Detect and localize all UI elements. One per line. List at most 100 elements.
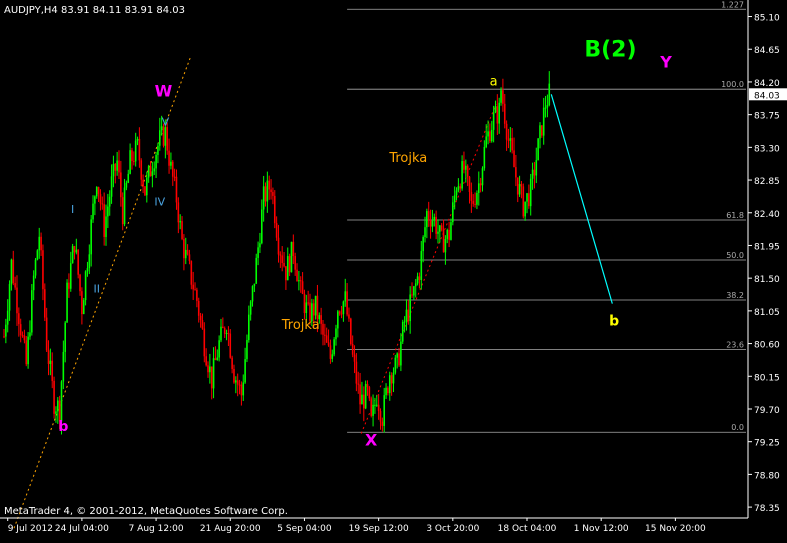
- candle-body-bear: [81, 291, 83, 315]
- x-tick-label: 5 Sep 04:00: [277, 524, 332, 534]
- candle-body-bear: [355, 361, 358, 384]
- candle-body-bear: [23, 335, 26, 341]
- x-tick-label: 15 Nov 20:00: [645, 524, 706, 534]
- wave-label: I: [71, 203, 74, 216]
- candle-body-bear: [199, 315, 202, 321]
- candle-body-bear: [183, 239, 185, 259]
- candle-body-bear: [18, 313, 20, 325]
- candle-body-bear: [279, 254, 282, 256]
- candle-body-bull: [492, 112, 495, 130]
- candle-body-bear: [231, 357, 233, 369]
- candle-body-bear: [268, 180, 271, 190]
- candle-body-bear: [272, 192, 274, 196]
- candle-body-bull: [476, 192, 478, 205]
- candle-body-bear: [181, 221, 183, 240]
- candle-body-bull: [414, 283, 417, 287]
- candle-body-bull: [170, 161, 172, 166]
- wave-label: W: [155, 81, 173, 100]
- candle-body-bull: [413, 286, 415, 296]
- candle-body-bull: [546, 105, 549, 108]
- candle-body-bear: [197, 300, 200, 316]
- wave-label: V: [162, 116, 170, 129]
- candle-body-bull: [409, 294, 411, 322]
- candle-body-bull: [372, 405, 374, 416]
- fib-level-label: 50.0: [726, 251, 744, 260]
- candle-body-bear: [528, 193, 530, 207]
- candle-body-bull: [498, 102, 500, 124]
- candle-body-bear: [418, 276, 421, 281]
- candle-body-bull: [426, 211, 428, 228]
- y-tick-label: 80.15: [754, 373, 780, 383]
- candle-body-bull: [333, 339, 335, 355]
- candle-body-bull: [537, 138, 539, 161]
- candle-body-bull: [439, 225, 441, 232]
- candle-body-bear: [207, 365, 209, 373]
- candle-body-bear: [19, 324, 22, 336]
- candle-body-bull: [457, 186, 460, 191]
- candle-body-bull: [483, 147, 486, 169]
- fib-level-label: 0.0: [731, 423, 744, 432]
- candle-body-bear: [459, 186, 462, 189]
- candle-body-bear: [166, 127, 169, 151]
- candle-body-bull: [92, 203, 94, 220]
- candle-body-bear: [516, 177, 519, 195]
- y-tick-label: 84.65: [754, 46, 780, 56]
- candle-body-bear: [505, 123, 508, 140]
- candle-body-bear: [489, 131, 491, 142]
- candle-body-bear: [190, 261, 193, 285]
- candle-body-bear: [177, 202, 180, 223]
- candle-body-bear: [362, 394, 365, 409]
- candle-body-bull: [146, 177, 148, 196]
- candle-body-bull: [446, 229, 449, 239]
- candle-body-bull: [184, 249, 187, 259]
- candle-body-bear: [470, 191, 473, 201]
- candle-body-bear: [303, 293, 306, 314]
- candle-body-bull: [392, 372, 395, 384]
- x-tick-label: 3 Oct 20:00: [426, 524, 479, 534]
- candle-body-bull: [255, 257, 258, 284]
- candle-body-bear: [47, 350, 50, 364]
- candle-body-bull: [64, 322, 67, 352]
- candle-body-bear: [327, 342, 330, 346]
- candle-body-bull: [416, 276, 419, 284]
- candle-body-bear: [275, 223, 278, 238]
- y-tick-label: 83.30: [754, 144, 780, 154]
- candle-body-bull: [433, 216, 436, 221]
- candle-body-bear: [387, 387, 389, 394]
- x-tick-label: 7 Aug 12:00: [129, 524, 184, 534]
- candle-body-bear: [16, 287, 18, 314]
- candle-body-bull: [477, 183, 480, 193]
- candle-body-bull: [444, 238, 447, 253]
- candle-body-bear: [240, 384, 243, 396]
- candle-body-bear: [171, 161, 174, 177]
- candle-body-bull: [90, 219, 92, 255]
- candle-body-bear: [353, 354, 356, 362]
- candle-body-bear: [42, 250, 44, 290]
- chart-window[interactable]: 100.0 61.8 50.0 38.2 23.6 0.0 1.227 W V I II IV b Xa…: [0, 0, 787, 539]
- candle-body-bear: [264, 186, 267, 202]
- candle-body-bull: [524, 201, 526, 217]
- candle-body-bull: [62, 351, 65, 382]
- wave-label: IV: [154, 195, 165, 208]
- fib-level-label: 100.0: [721, 80, 744, 89]
- candle-body-bull: [56, 400, 59, 412]
- candle-body-bear: [192, 284, 194, 290]
- chart-title: AUDJPY,H4 83.91 84.11 83.91 84.03: [4, 5, 185, 16]
- x-tick-label: 19 Sep 12:00: [349, 524, 409, 534]
- candle-body-bear: [131, 150, 133, 162]
- candle-body-bull: [542, 107, 545, 136]
- candle-body-bear: [227, 333, 230, 335]
- candle-body-bear: [273, 195, 276, 224]
- candle-body-bear: [312, 303, 315, 316]
- current-price-label: 84.03: [754, 91, 780, 101]
- candle-body-bull: [220, 326, 222, 341]
- candle-body-bull: [305, 302, 308, 314]
- candle-body-bear: [99, 194, 102, 204]
- candle-body-bull: [209, 366, 211, 373]
- candle-body-bear: [377, 404, 380, 412]
- candle-body-bear: [466, 165, 469, 177]
- y-tick-label: 82.40: [754, 210, 780, 220]
- fib-level-label: 61.8: [726, 211, 744, 220]
- price-chart[interactable]: 100.061.850.038.223.60.01.227 WVIIIIVbXa…: [0, 0, 787, 539]
- candle-body-bull: [437, 231, 439, 234]
